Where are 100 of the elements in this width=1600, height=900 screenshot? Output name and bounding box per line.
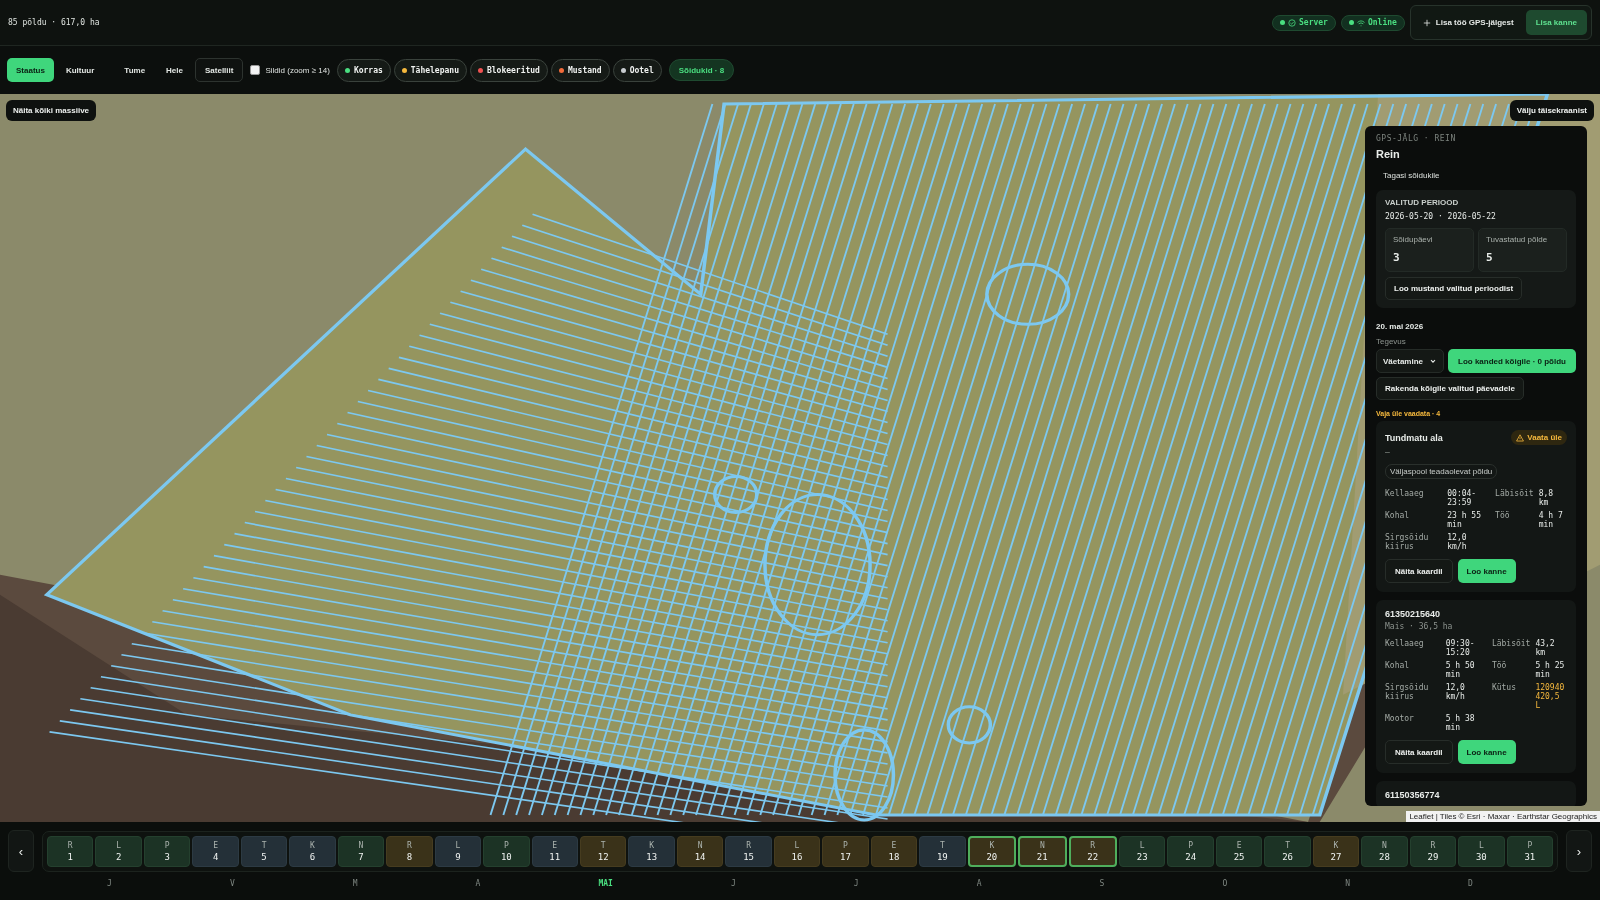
mode-tab[interactable]: Staatus: [7, 58, 54, 82]
plus-icon: [1422, 18, 1431, 27]
day-button[interactable]: K 13: [628, 835, 675, 867]
activity-select[interactable]: Väetamine: [1376, 349, 1445, 373]
day-button[interactable]: N 21: [1018, 835, 1067, 867]
month-link[interactable]: V: [223, 878, 241, 889]
stat-label: Läbisõit: [1495, 489, 1534, 500]
day-button[interactable]: L 30: [1458, 835, 1505, 867]
stat-label: Töö: [1491, 661, 1508, 672]
basemap-tab[interactable]: Hele: [157, 58, 192, 82]
card-title: 61150356774: [1385, 790, 1440, 800]
create-entry-button[interactable]: Loo kanne: [1457, 740, 1516, 764]
month-link[interactable]: M: [346, 878, 364, 889]
day-button[interactable]: T 26: [1264, 835, 1311, 867]
day-button[interactable]: L 16: [773, 835, 821, 867]
create-entry-button[interactable]: Loo kanne: [1457, 559, 1516, 583]
month-link[interactable]: O: [1216, 878, 1234, 889]
check-circle-icon: [1288, 18, 1297, 27]
next-button[interactable]: ›: [1566, 830, 1592, 872]
card-title: Tundmatu ala: [1385, 432, 1443, 443]
stat-label: Sirgsõidu kiirus: [1385, 533, 1430, 551]
add-entry-button[interactable]: Lisa kanne: [1525, 10, 1587, 35]
day-button[interactable]: T 5: [240, 835, 288, 867]
day-button[interactable]: R 8: [386, 835, 433, 867]
status-label: Online: [1367, 18, 1397, 27]
show-on-map-button[interactable]: Näita kaardil: [1385, 740, 1453, 764]
exit-fullscreen-button[interactable]: Välju täisekraanist: [1509, 100, 1594, 121]
back-button[interactable]: Tagasi sõidukile: [1376, 167, 1447, 186]
day-button[interactable]: N 7: [337, 835, 385, 867]
wifi-icon: [1356, 18, 1365, 27]
status-filter-chip[interactable]: Blokeeritud: [469, 58, 548, 82]
stat-label: Kellaaeg: [1385, 639, 1425, 650]
day-button[interactable]: N 28: [1361, 835, 1408, 867]
stat-label: Kohal: [1385, 661, 1411, 672]
stat-value: 4 h 7 min: [1538, 511, 1564, 529]
activity-label: Tegevus: [1376, 337, 1406, 346]
day-button[interactable]: E 25: [1215, 835, 1263, 867]
day-button[interactable]: P 10: [483, 835, 530, 867]
day-button[interactable]: K 27: [1312, 835, 1360, 867]
day-button[interactable]: N 14: [676, 835, 724, 867]
status-filter-chip[interactable]: Korras: [336, 58, 391, 82]
day-button[interactable]: P 3: [143, 835, 191, 867]
labels-checkbox[interactable]: Sildid (zoom ≥ 14): [250, 65, 330, 75]
month-link[interactable]: N: [1339, 878, 1357, 889]
day-button[interactable]: E 11: [531, 835, 578, 867]
stat-label: Läbisõit: [1491, 639, 1531, 650]
day-button[interactable]: P 31: [1506, 835, 1554, 867]
day-button[interactable]: R 22: [1068, 835, 1117, 867]
show-all-button[interactable]: Näita kõiki massiive: [6, 100, 97, 121]
stat-label: Sirgsõidu kiirus: [1385, 683, 1430, 703]
mode-tab[interactable]: Kultuur: [56, 58, 104, 82]
stat-label: Töö: [1495, 511, 1511, 522]
period-label: VALITUD PERIOOD: [1385, 198, 1460, 207]
day-button[interactable]: L 2: [95, 835, 142, 867]
show-on-map-button[interactable]: Näita kaardil: [1385, 559, 1453, 583]
stat-value: 12,0 km/h: [1445, 683, 1466, 703]
month-link[interactable]: D: [1462, 878, 1479, 889]
day-button[interactable]: K 20: [967, 835, 1017, 867]
status-filter-chip[interactable]: Mustand: [550, 58, 610, 82]
card-subtitle: –: [1385, 448, 1390, 457]
day-button[interactable]: P 17: [822, 835, 869, 867]
apply-days-button[interactable]: Rakenda kõigile valitud päevadele: [1376, 377, 1524, 400]
previous-button[interactable]: ‹: [8, 830, 34, 872]
month-link[interactable]: S: [1093, 878, 1111, 889]
day-button[interactable]: R 29: [1409, 835, 1457, 867]
card-title: 61350215640: [1385, 609, 1441, 619]
map-attribution: Leaflet | Tiles © Esri · Maxar · Earthstar Geographics: [1406, 811, 1600, 822]
day-button[interactable]: R 1: [47, 835, 94, 867]
day-button[interactable]: T 19: [919, 835, 966, 867]
stat-value: 5: [1486, 251, 1494, 264]
stat-value: 43,2 km: [1535, 639, 1556, 657]
panel-title: Rein: [1376, 148, 1400, 160]
stat-value: 8,8 km: [1538, 489, 1555, 507]
stat-value: 3: [1393, 251, 1401, 264]
day-button[interactable]: R 15: [725, 835, 772, 867]
stat-value: 12,0 km/h: [1447, 533, 1468, 551]
add-gps-work-button[interactable]: Lisa töö GPS-jälgest: [1414, 12, 1522, 33]
day-button[interactable]: L 9: [434, 835, 482, 867]
day-button[interactable]: E 18: [870, 835, 918, 867]
day-button[interactable]: L 23: [1118, 835, 1166, 867]
month-link[interactable]: J: [847, 878, 865, 889]
month-link[interactable]: MAI: [592, 878, 619, 889]
day-button[interactable]: T 12: [580, 835, 627, 867]
checkbox-icon[interactable]: [250, 65, 261, 75]
create-entries-button[interactable]: Loo kanded kõigile · 0 põldu: [1448, 349, 1576, 373]
day-heading: 20. mai 2026: [1376, 322, 1424, 331]
status-filter-chip[interactable]: Tähelepanu: [393, 58, 467, 82]
status-filter-chip[interactable]: Ootel: [612, 58, 662, 82]
day-button[interactable]: P 24: [1167, 835, 1214, 867]
day-button[interactable]: E 4: [192, 835, 239, 867]
month-link[interactable]: A: [469, 878, 487, 889]
month-link[interactable]: J: [101, 878, 118, 889]
vehicles-chip[interactable]: Sõidukid · 8: [668, 59, 735, 81]
basemap-tab[interactable]: Satelliit: [195, 58, 244, 82]
day-button[interactable]: K 6: [289, 835, 336, 867]
month-link[interactable]: A: [970, 878, 988, 889]
create-draft-button[interactable]: Loo mustand valitud perioodist: [1385, 277, 1523, 300]
basemap-tab[interactable]: Tume: [115, 58, 155, 82]
panel-eyebrow: GPS-JÄLG · REIN: [1376, 134, 1456, 143]
month-link[interactable]: J: [724, 878, 742, 889]
